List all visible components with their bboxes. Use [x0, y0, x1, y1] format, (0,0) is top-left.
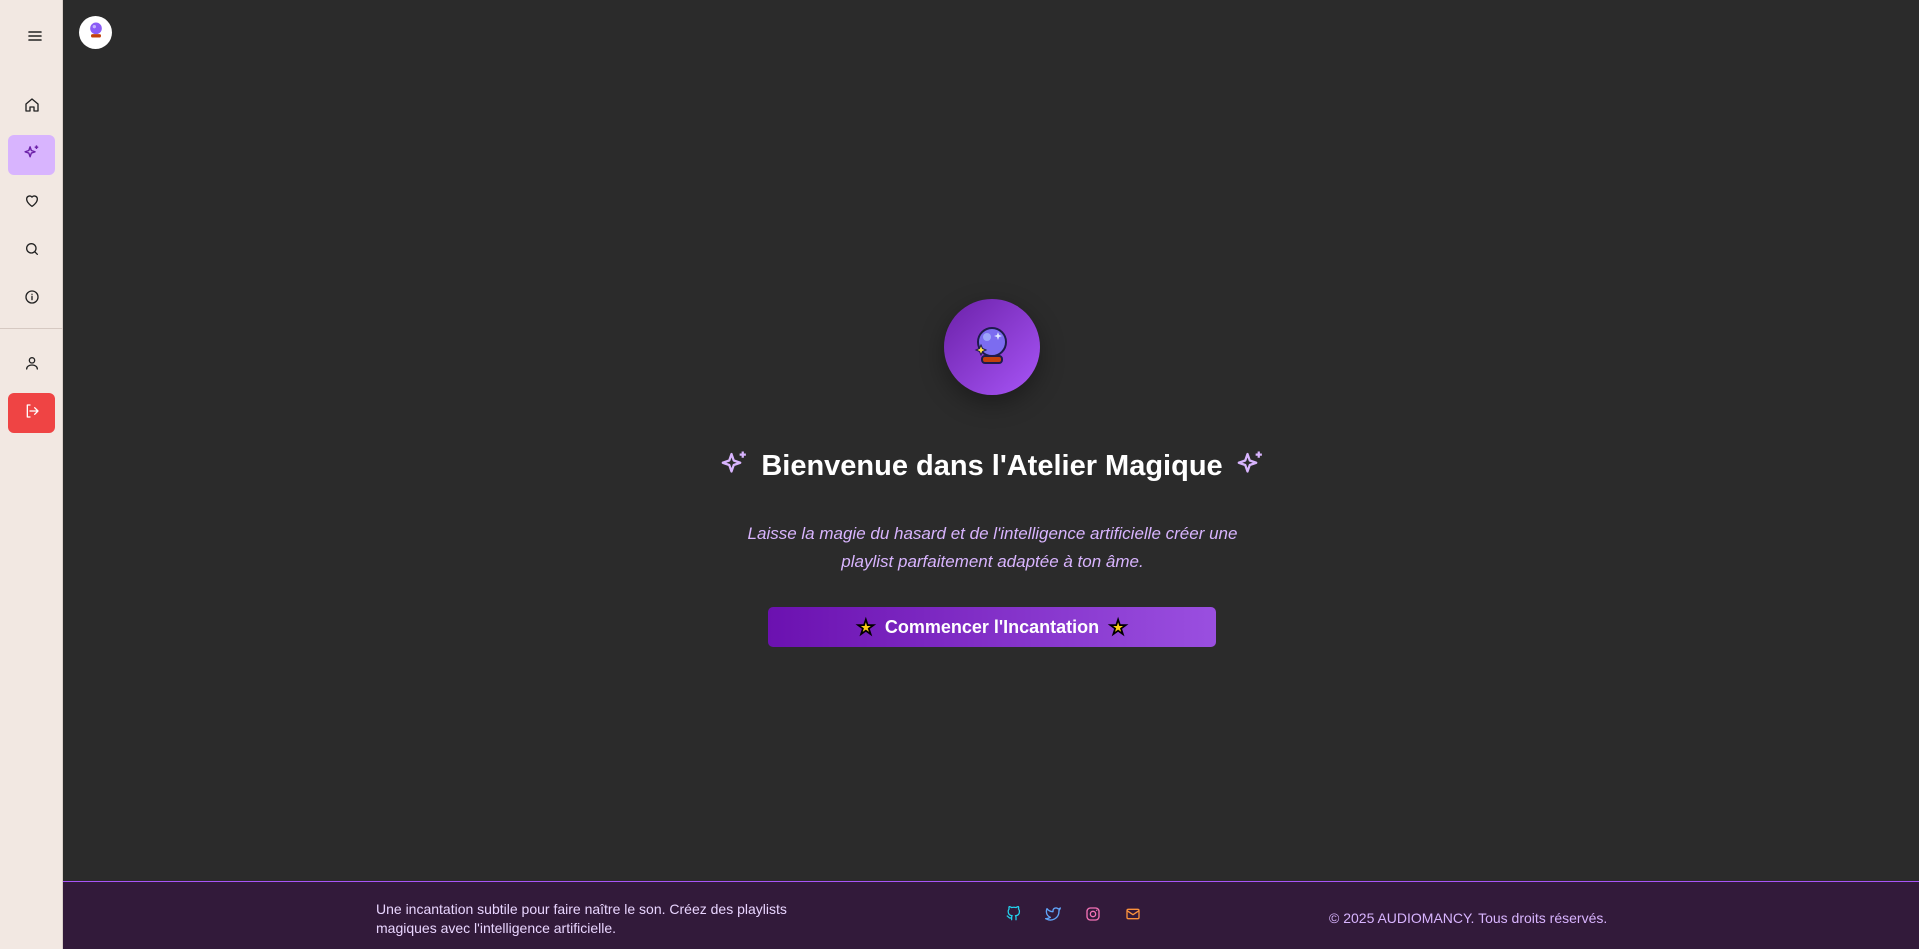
page-title: Bienvenue dans l'Atelier Magique — [761, 450, 1223, 482]
info-icon — [24, 289, 40, 310]
hamburger-menu-icon[interactable] — [20, 24, 50, 48]
instagram-link[interactable] — [1085, 906, 1101, 927]
start-incantation-button[interactable]: ★ Commencer l'Incantation ★ — [768, 607, 1216, 647]
sidebar-item-atelier[interactable] — [8, 135, 55, 175]
github-link[interactable] — [1005, 905, 1021, 926]
home-icon — [24, 97, 40, 118]
sidebar-item-home[interactable] — [8, 87, 55, 127]
crystal-ball-icon — [86, 20, 106, 45]
sidebar-item-search[interactable] — [8, 231, 55, 271]
footer-description: Une incantation subtile pour faire naîtr… — [376, 901, 787, 936]
mail-icon — [1125, 906, 1141, 927]
star-icon: ★ — [856, 616, 875, 639]
sidebar-divider — [0, 328, 63, 329]
heart-icon — [24, 193, 40, 214]
sidebar-item-profile[interactable] — [8, 345, 55, 385]
twitter-link[interactable] — [1045, 906, 1061, 927]
title-row: Bienvenue dans l'Atelier Magique — [0, 449, 1919, 484]
search-icon — [24, 241, 40, 262]
instagram-icon — [1085, 906, 1101, 927]
user-icon — [24, 355, 40, 376]
twitter-icon — [1045, 906, 1061, 927]
sidebar-item-about[interactable] — [8, 279, 55, 319]
app-logo[interactable] — [79, 16, 112, 49]
star-icon: ★ — [1109, 616, 1128, 639]
log-out-icon — [24, 403, 40, 424]
email-link[interactable] — [1125, 908, 1141, 924]
github-icon — [1006, 905, 1021, 926]
start-incantation-label: Commencer l'Incantation — [884, 616, 1100, 637]
copyright: © 2025 AUDIOMANCY. Tous droits réservés. — [1329, 910, 1608, 926]
sidebar-item-favorites[interactable] — [8, 183, 55, 223]
social-links — [1005, 905, 1141, 927]
sparkles-icon — [1235, 449, 1265, 484]
hero-orb — [944, 299, 1040, 395]
logout-button[interactable] — [8, 393, 55, 433]
sparkles-icon — [23, 144, 40, 166]
page-subtitle: Laisse la magie du hasard et de l'intell… — [747, 524, 1238, 571]
sparkles-icon — [719, 449, 749, 484]
footer: Une incantation subtile pour faire naîtr… — [63, 881, 1919, 949]
crystal-ball-icon — [970, 323, 1014, 372]
